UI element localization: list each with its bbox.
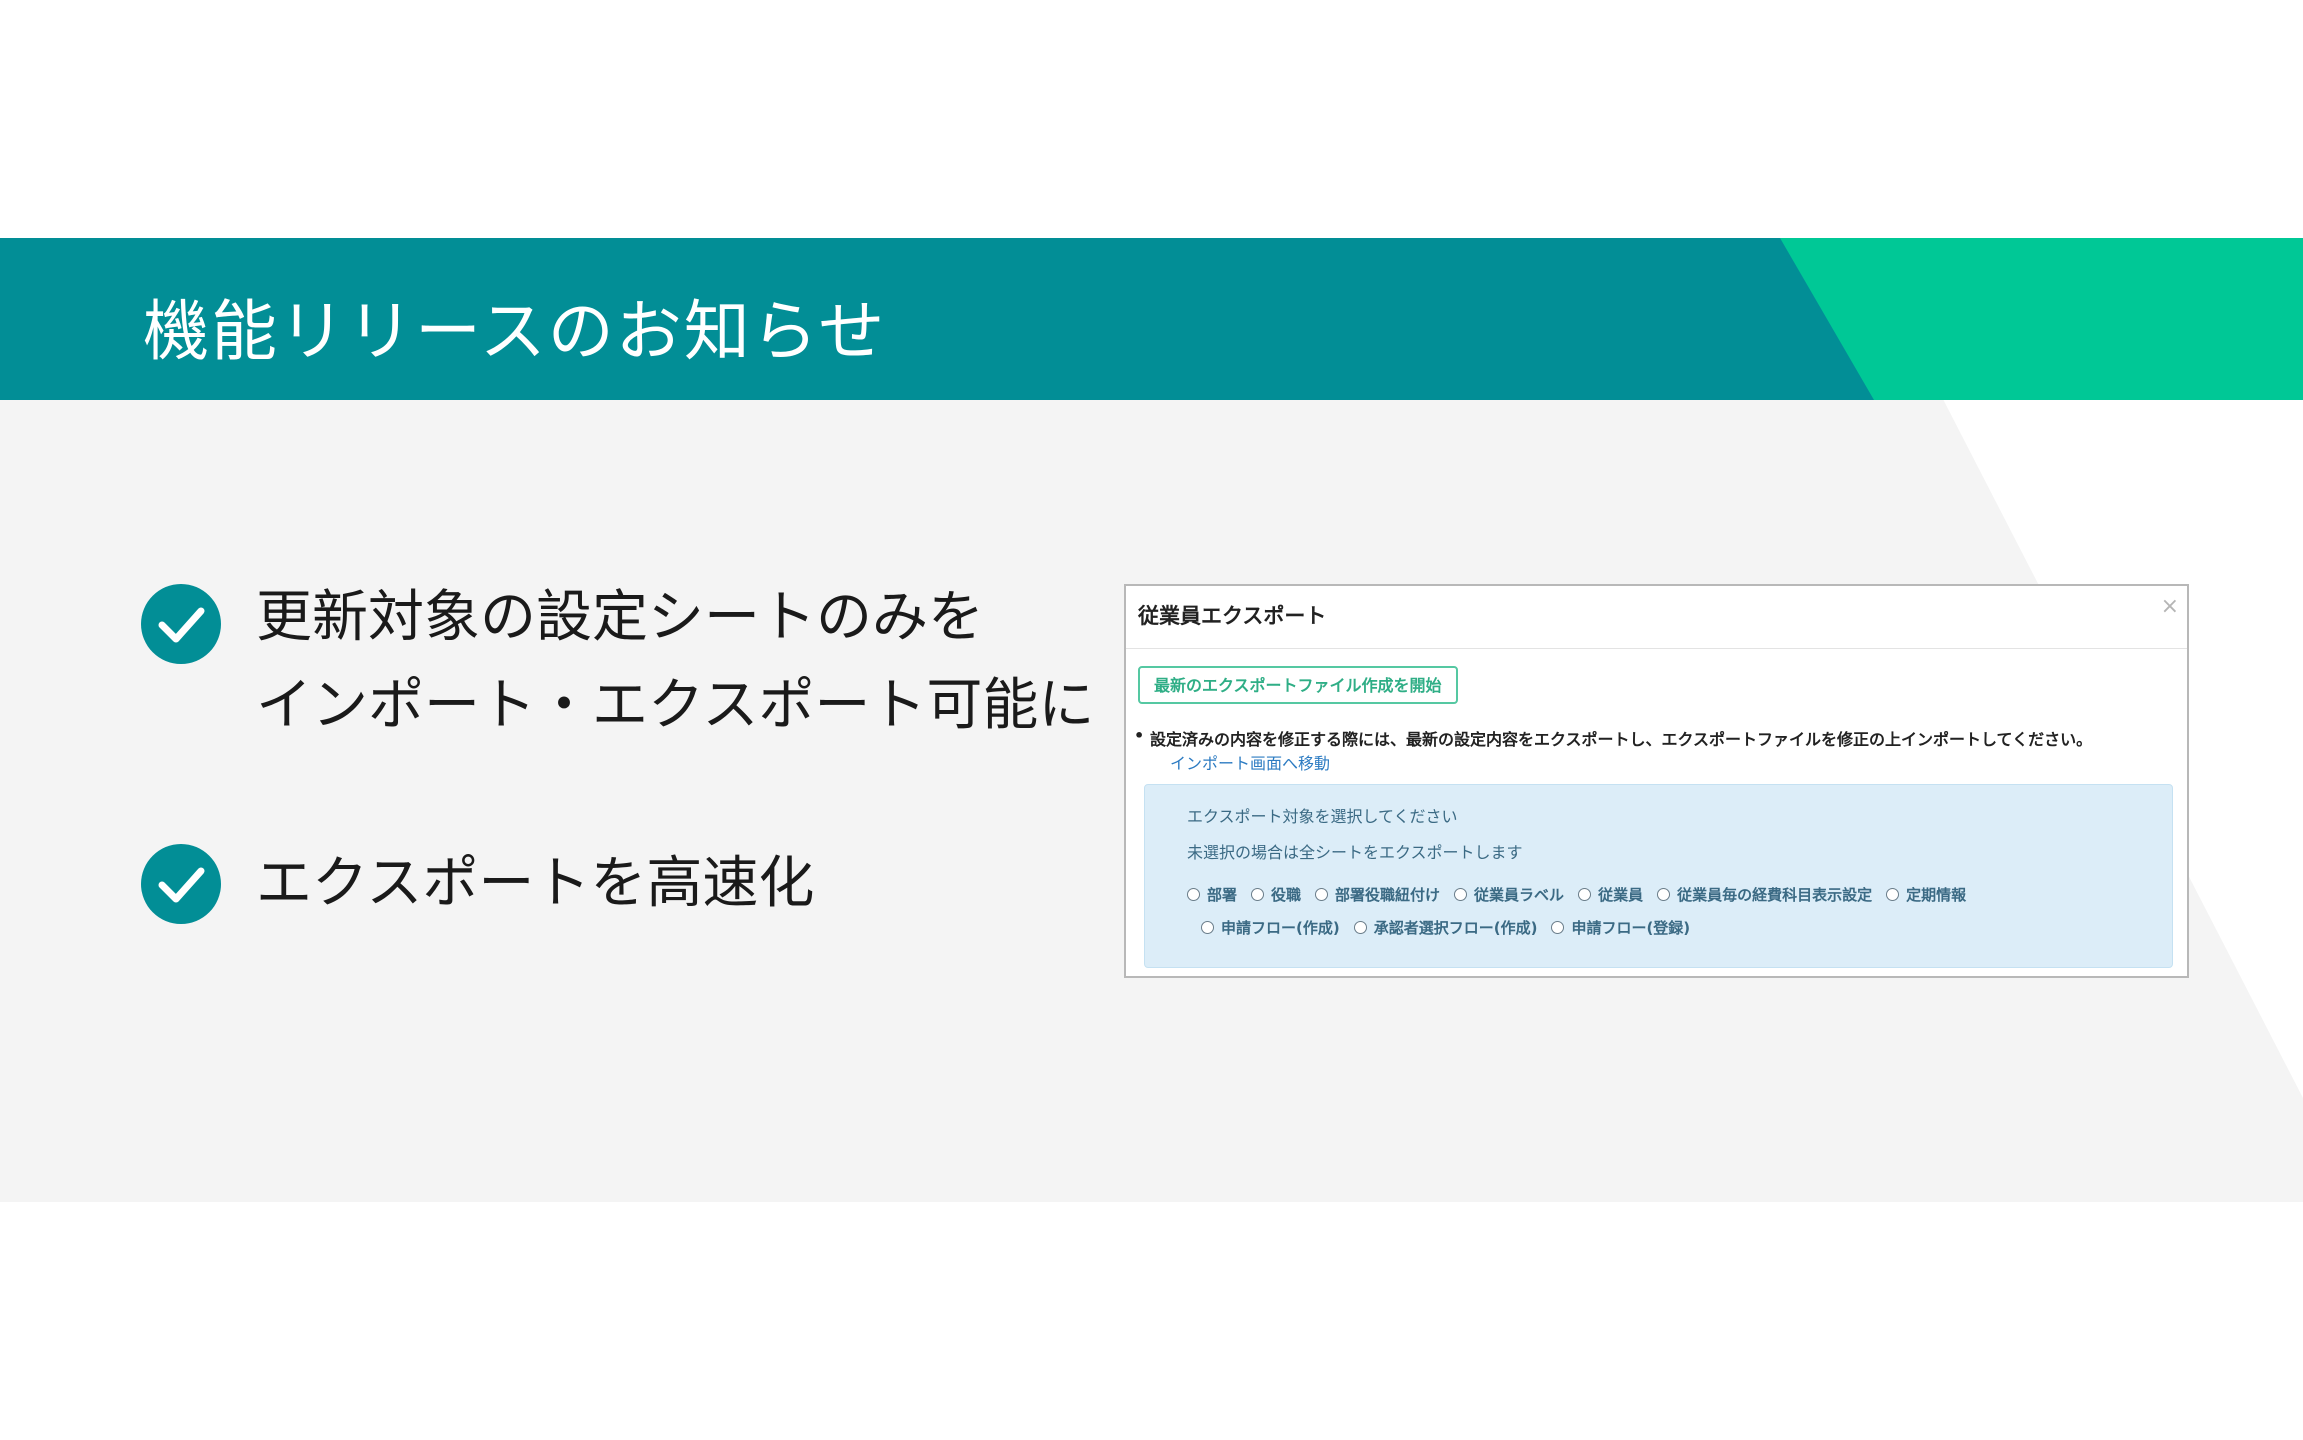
radio-option[interactable]: 申請フロー(登録) [1551, 917, 1690, 938]
radio-label: 部署 [1207, 886, 1238, 904]
bullet-line: エクスポートを高速化 [256, 851, 815, 916]
check-circle-icon [141, 584, 221, 664]
radio-button[interactable] [1315, 888, 1329, 901]
dialog-header: 従業員エクスポート × [1126, 586, 2187, 649]
radio-label: 定期情報 [1906, 886, 1967, 904]
radio-button[interactable] [1886, 888, 1900, 901]
bullet-line: 更新対象の設定シートのみを [256, 585, 984, 650]
radio-button[interactable] [1551, 921, 1565, 934]
radio-button[interactable] [1657, 888, 1671, 901]
panel-default-note: 未選択の場合は全シートをエクスポートします [1187, 843, 1523, 862]
radio-label: 従業員毎の経費科目表示設定 [1677, 886, 1873, 904]
radio-button[interactable] [1187, 888, 1200, 901]
close-icon[interactable]: × [2161, 594, 2179, 619]
radio-option[interactable]: 承認者選択フロー(作成) [1353, 917, 1538, 938]
radio-option[interactable]: 申請フロー(作成) [1201, 917, 1340, 938]
radio-button[interactable] [1353, 921, 1367, 934]
employee-export-dialog: 従業員エクスポート × 最新のエクスポートファイル作成を開始 設定済みの内容を修… [1124, 584, 2189, 978]
radio-label: 従業員 [1598, 886, 1644, 904]
radio-label: 承認者選択フロー(作成) [1373, 919, 1538, 937]
panel-instruction: エクスポート対象を選択してください [1187, 807, 1458, 826]
import-page-link[interactable]: インポート画面へ移動 [1170, 750, 1330, 774]
bullet-line: インポート・エクスポート可能に [256, 673, 1095, 738]
radio-label: 役職 [1271, 886, 1302, 904]
page-title: 機能リリースのお知らせ [143, 293, 887, 370]
radio-label: 申請フロー(作成) [1221, 919, 1340, 937]
radio-option[interactable]: 部署 [1187, 884, 1237, 905]
radio-button[interactable] [1454, 888, 1468, 901]
radio-option[interactable]: 従業員ラベル [1454, 884, 1564, 905]
radio-row-1: 部署 役職 部署役職紐付け 従業員ラベル 従業員 従業員毎の経費科目表示設定 定… [1187, 884, 1980, 905]
radio-option[interactable]: 部署役職紐付け [1315, 884, 1440, 905]
radio-label: 従業員ラベル [1474, 886, 1565, 904]
radio-row-2: 申請フロー(作成) 承認者選択フロー(作成) 申請フロー(登録) [1201, 917, 1704, 938]
radio-option[interactable]: 従業員毎の経費科目表示設定 [1657, 884, 1872, 905]
radio-label: 部署役職紐付け [1335, 886, 1441, 904]
dialog-title: 従業員エクスポート [1138, 604, 1327, 628]
radio-button[interactable] [1578, 888, 1592, 901]
export-note: 設定済みの内容を修正する際には、最新の設定内容をエクスポートし、エクスポートファ… [1134, 726, 2092, 750]
start-export-button[interactable]: 最新のエクスポートファイル作成を開始 [1138, 666, 1458, 704]
radio-button[interactable] [1201, 921, 1214, 934]
radio-label: 申請フロー(登録) [1571, 919, 1691, 937]
title-bar: 機能リリースのお知らせ [0, 238, 2303, 400]
radio-option[interactable]: 役職 [1251, 884, 1301, 905]
radio-button[interactable] [1251, 888, 1265, 901]
radio-option[interactable]: 従業員 [1578, 884, 1643, 905]
export-target-panel: エクスポート対象を選択してください 未選択の場合は全シートをエクスポートします … [1144, 784, 2173, 968]
check-circle-icon [141, 844, 221, 924]
radio-option[interactable]: 定期情報 [1886, 884, 1966, 905]
